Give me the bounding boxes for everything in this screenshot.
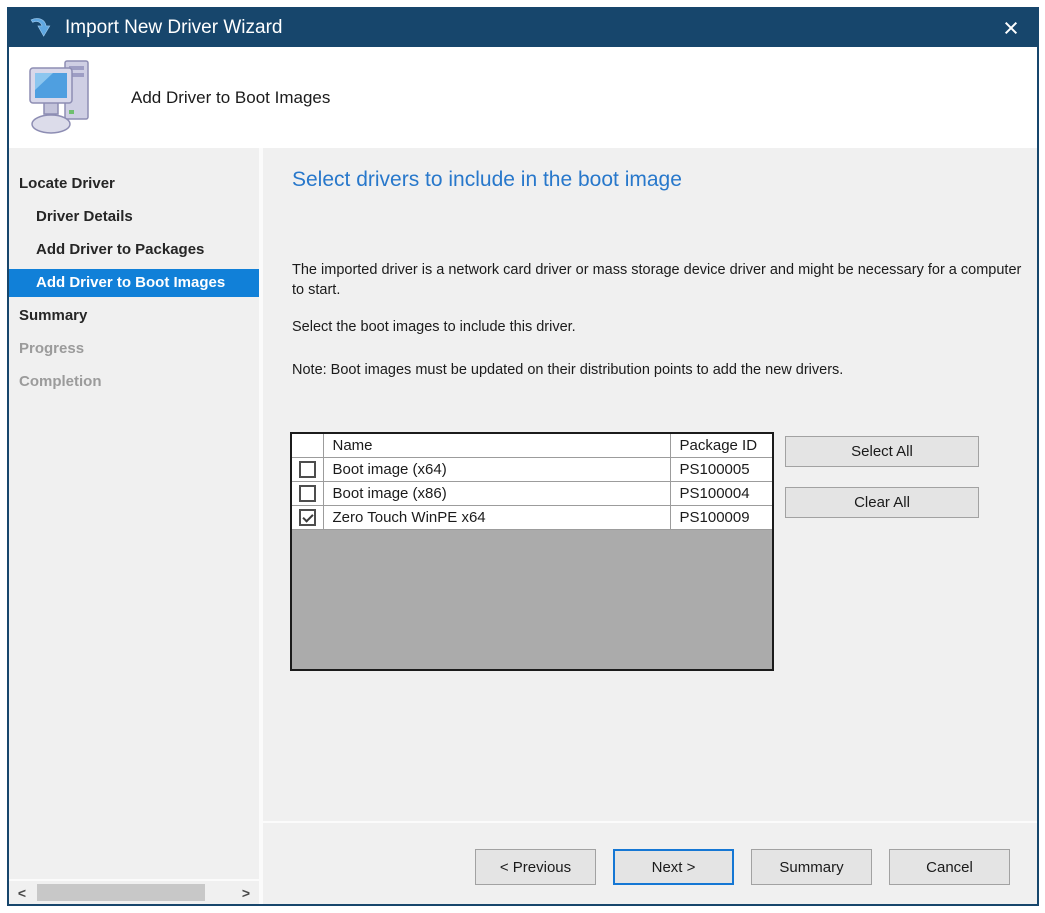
boot-image-name: Boot image (x64) — [323, 458, 670, 482]
intro-text: The imported driver is a network card dr… — [292, 260, 1032, 300]
wizard-steps-sidebar: Locate Driver Driver Details Add Driver … — [9, 148, 259, 904]
cancel-button[interactable]: Cancel — [889, 849, 1010, 885]
boot-images-table: Name Package ID Boot image (x64) PS10000… — [290, 432, 774, 671]
summary-button[interactable]: Summary — [751, 849, 872, 885]
row-checkbox[interactable] — [299, 485, 316, 502]
wizard-page-title: Add Driver to Boot Images — [131, 88, 330, 108]
next-button[interactable]: Next > — [613, 849, 734, 885]
sidebar-item-add-driver-to-packages[interactable]: Add Driver to Packages — [9, 236, 259, 264]
scrollbar-thumb[interactable] — [37, 884, 205, 901]
row-checkbox[interactable] — [299, 509, 316, 526]
wizard-header: Add Driver to Boot Images — [9, 47, 1037, 148]
boot-image-name: Zero Touch WinPE x64 — [323, 506, 670, 530]
select-text: Select the boot images to include this d… — [292, 317, 1032, 337]
sidebar-item-locate-driver[interactable]: Locate Driver — [9, 170, 259, 198]
content-area: Select drivers to include in the boot im… — [263, 148, 1037, 904]
package-id-column-header[interactable]: Package ID — [670, 434, 772, 458]
window-title: Import New Driver Wizard — [65, 17, 985, 39]
footer: < Previous Next > Summary Cancel — [263, 821, 1037, 904]
page-heading: Select drivers to include in the boot im… — [292, 168, 682, 192]
sidebar-item-progress: Progress — [9, 335, 259, 363]
table-row[interactable]: Boot image (x86) PS100004 — [292, 482, 772, 506]
scroll-left-icon[interactable]: < — [12, 885, 32, 901]
table-row[interactable]: Boot image (x64) PS100005 — [292, 458, 772, 482]
previous-button[interactable]: < Previous — [475, 849, 596, 885]
package-id: PS100009 — [670, 506, 772, 530]
package-id: PS100004 — [670, 482, 772, 506]
computer-icon — [29, 58, 93, 138]
boot-image-name: Boot image (x86) — [323, 482, 670, 506]
table-header-row: Name Package ID — [292, 434, 772, 458]
close-button[interactable]: × — [985, 9, 1037, 47]
sidebar-item-driver-details[interactable]: Driver Details — [9, 203, 259, 231]
close-icon: × — [1003, 13, 1019, 44]
select-all-button[interactable]: Select All — [785, 436, 979, 467]
sidebar-item-completion: Completion — [9, 368, 259, 396]
sidebar-item-add-driver-to-boot-images[interactable]: Add Driver to Boot Images — [9, 269, 259, 297]
note-text: Note: Boot images must be updated on the… — [292, 360, 1032, 380]
wizard-window: Import New Driver Wizard × Add Driver to… — [7, 7, 1039, 906]
footer-button-row: < Previous Next > Summary Cancel — [475, 849, 1010, 885]
clear-all-button[interactable]: Clear All — [785, 487, 979, 518]
row-checkbox[interactable] — [299, 461, 316, 478]
checkbox-column-header — [292, 434, 323, 458]
scroll-right-icon[interactable]: > — [236, 885, 256, 901]
sidebar-horizontal-scrollbar[interactable]: < > — [9, 879, 259, 904]
wizard-arrow-icon — [27, 15, 53, 41]
name-column-header[interactable]: Name — [323, 434, 670, 458]
titlebar[interactable]: Import New Driver Wizard × — [9, 9, 1037, 47]
main-area: Locate Driver Driver Details Add Driver … — [9, 148, 1037, 904]
package-id: PS100005 — [670, 458, 772, 482]
sidebar-item-summary[interactable]: Summary — [9, 302, 259, 330]
table-row[interactable]: Zero Touch WinPE x64 PS100009 — [292, 506, 772, 530]
